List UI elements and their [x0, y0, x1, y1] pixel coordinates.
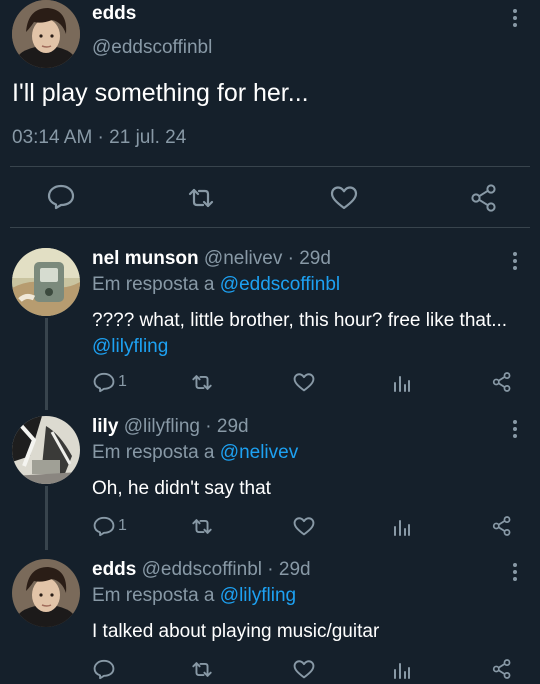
reply-icon[interactable] [93, 516, 115, 537]
analytics-icon[interactable] [393, 517, 411, 537]
avatar-lily[interactable] [12, 416, 80, 484]
replying-to-label: Em resposta a [92, 585, 215, 606]
more-vertical-icon[interactable] [512, 252, 518, 273]
reply-icon[interactable] [93, 372, 115, 393]
handle-and-time[interactable]: @eddscoffinbl · 29d [142, 559, 311, 580]
replying-to-handle[interactable]: @nelivev [220, 442, 298, 463]
reply-text: I talked about playing music/guitar [92, 621, 380, 642]
replying-to-handle[interactable]: @eddscoffinbl [220, 274, 340, 295]
analytics-icon[interactable] [393, 660, 411, 680]
replying-to-handle[interactable]: @lilyfling [220, 585, 296, 606]
reply-body: ???? what, little brother, this hour? fr… [92, 310, 508, 331]
handle[interactable]: @eddscoffinbl [92, 37, 212, 59]
share-icon[interactable] [470, 184, 498, 212]
thread-line [45, 486, 48, 550]
retweet-icon[interactable] [186, 186, 216, 210]
display-name[interactable]: edds [92, 559, 136, 580]
more-vertical-icon[interactable] [512, 9, 518, 30]
reply-icon[interactable] [93, 659, 115, 680]
more-vertical-icon[interactable] [512, 420, 518, 441]
replying-to-label: Em resposta a [92, 274, 215, 295]
replying-to: Em resposta a @lilyfling [92, 585, 296, 607]
avatar-nel[interactable] [12, 248, 80, 316]
reply-text: ???? what, little brother, this hour? fr… [92, 308, 517, 360]
reply-header: edds @eddscoffinbl · 29d [92, 559, 311, 581]
more-vertical-icon[interactable] [512, 563, 518, 584]
avatar-edds[interactable] [12, 559, 80, 627]
reply-count: 1 [118, 373, 127, 390]
share-icon[interactable] [492, 659, 512, 679]
share-icon[interactable] [492, 372, 512, 392]
timestamp: 03:14 AM · 21 jul. 24 [12, 127, 187, 148]
reply-header: nel munson @nelivev · 29d [92, 248, 331, 270]
display-name[interactable]: lily [92, 416, 118, 437]
reply-count: 1 [118, 517, 127, 534]
mention-link[interactable]: @lilyfling [92, 336, 168, 357]
like-icon[interactable] [293, 659, 315, 680]
thread-line [45, 318, 48, 410]
display-name[interactable]: nel munson [92, 248, 199, 269]
retweet-icon[interactable] [190, 373, 214, 392]
retweet-icon[interactable] [190, 517, 214, 536]
tweet-text: I'll play something for her... [12, 79, 309, 107]
like-icon[interactable] [293, 372, 315, 393]
like-icon[interactable] [330, 185, 358, 211]
avatar-edds[interactable] [12, 0, 80, 68]
reply-text: Oh, he didn't say that [92, 478, 271, 499]
replying-to-label: Em resposta a [92, 442, 215, 463]
replying-to: Em resposta a @nelivev [92, 442, 298, 464]
reply-header: lily @lilyfling · 29d [92, 416, 249, 438]
reply-icon[interactable] [47, 184, 75, 210]
divider [10, 166, 530, 167]
like-icon[interactable] [293, 516, 315, 537]
replying-to: Em resposta a @eddscoffinbl [92, 274, 340, 296]
handle-and-time[interactable]: @nelivev · 29d [204, 248, 331, 269]
retweet-icon[interactable] [190, 660, 214, 679]
analytics-icon[interactable] [393, 373, 411, 393]
handle-and-time[interactable]: @lilyfling · 29d [124, 416, 249, 437]
share-icon[interactable] [492, 516, 512, 536]
display-name[interactable]: edds [92, 3, 136, 25]
divider [10, 227, 530, 228]
